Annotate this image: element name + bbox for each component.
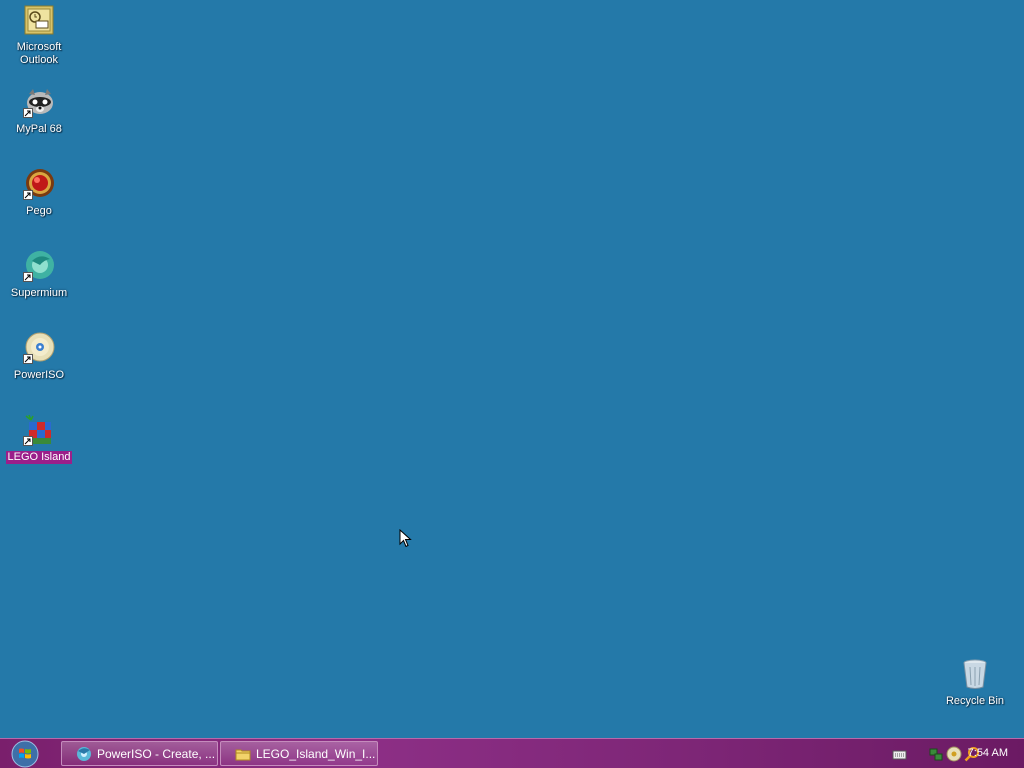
folder-icon [235,746,251,762]
desktop-icon-mypal-68[interactable]: MyPal 68 [0,86,78,136]
desktop-icon-label: Recycle Bin [945,695,1005,707]
poweriso-icon [76,746,92,762]
desktop-icon-microsoft-outlook[interactable]: Microsoft Outlook [0,4,78,67]
taskbar-button-label: LEGO_Island_Win_I... [256,746,376,761]
shortcut-arrow-icon [23,272,33,282]
shortcut-arrow-icon [23,436,33,446]
desktop-icon-lego-island[interactable]: LEGO Island [0,414,78,464]
desktop-icon-poweriso[interactable]: PowerISO [0,332,78,382]
keyboard-icon[interactable] [892,746,908,762]
lego-island-icon [23,414,55,446]
network-icon[interactable] [928,746,944,762]
taskbar: PowerISO - Create, ... LEGO_Island_Win_I… [0,738,1024,768]
poweriso-disc-icon [23,332,55,364]
taskbar-clock[interactable]: 7:54 AM [968,747,1008,759]
desktop-icon-supermium[interactable]: Supermium [0,250,78,300]
pego-icon [23,168,55,200]
desktop-icon-label: LEGO Island [5,451,73,464]
start-button[interactable] [8,740,42,768]
mouse-cursor-icon [399,529,412,548]
desktop-icon-label: Supermium [10,287,68,299]
desktop-icon-label: PowerISO [13,369,65,381]
mypal-raccoon-icon [23,86,55,118]
desktop[interactable]: Microsoft Outlook MyPal 68 Pego Supermiu… [0,0,1024,738]
desktop-icon-label: MyPal 68 [16,123,62,135]
taskbar-button-label: PowerISO - Create, ... [97,746,216,761]
disc-icon[interactable] [946,746,962,762]
outlook-icon [23,4,55,36]
shortcut-arrow-icon [23,354,33,364]
desktop-icon-label: Microsoft Outlook [16,41,62,66]
windows-start-orb-icon [11,740,39,768]
taskbar-button-lego-island-folder[interactable]: LEGO_Island_Win_I... [220,741,378,766]
shortcut-arrow-icon [23,108,33,118]
recycle-bin-icon [959,658,991,690]
taskbar-button-poweriso[interactable]: PowerISO - Create, ... [61,741,218,766]
desktop-icon-recycle-bin[interactable]: Recycle Bin [936,658,1014,708]
supermium-icon [23,250,55,282]
desktop-icon-label: Pego [26,205,52,217]
shortcut-arrow-icon [23,190,33,200]
system-tray: 7:54 AM [864,739,1024,768]
desktop-icon-pego[interactable]: Pego [0,168,78,218]
